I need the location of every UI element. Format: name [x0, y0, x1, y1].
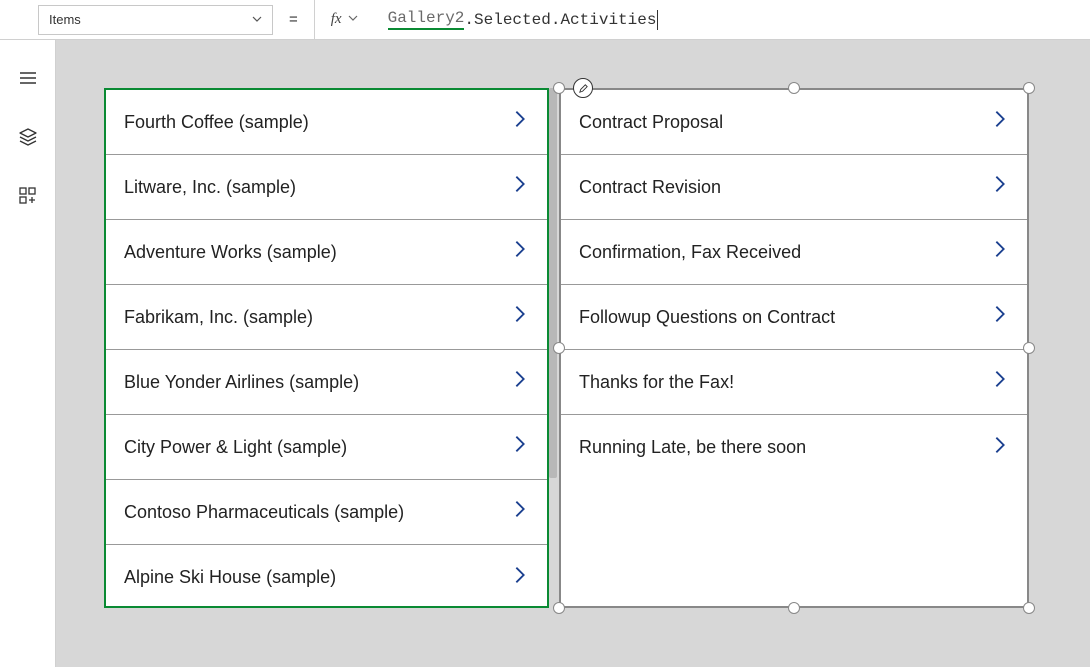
selection-handle[interactable] [553, 342, 565, 354]
gallery-accounts[interactable]: Fourth Coffee (sample) Litware, Inc. (sa… [104, 88, 549, 608]
chevron-right-icon[interactable] [989, 368, 1011, 396]
formula-bar: Items = fx Gallery2.Selected.Activities [0, 0, 1090, 40]
chevron-right-icon[interactable] [989, 108, 1011, 136]
chevron-right-icon[interactable] [509, 173, 531, 201]
formula-token-dot: . [551, 11, 561, 29]
list-item[interactable]: Followup Questions on Contract [561, 285, 1027, 350]
chevron-right-icon[interactable] [509, 433, 531, 461]
chevron-right-icon[interactable] [989, 434, 1011, 462]
list-item-label: Fabrikam, Inc. (sample) [124, 307, 313, 328]
layers-icon[interactable] [18, 127, 38, 152]
chevron-right-icon[interactable] [989, 173, 1011, 201]
left-rail [0, 40, 56, 667]
list-item-label: Contoso Pharmaceuticals (sample) [124, 502, 404, 523]
list-item[interactable]: Blue Yonder Airlines (sample) [106, 350, 547, 415]
list-item[interactable]: Thanks for the Fax! [561, 350, 1027, 415]
chevron-right-icon[interactable] [989, 303, 1011, 331]
list-item-label: Alpine Ski House (sample) [124, 567, 336, 588]
chevron-right-icon[interactable] [509, 368, 531, 396]
chevron-right-icon[interactable] [989, 238, 1011, 266]
list-item-label: Blue Yonder Airlines (sample) [124, 372, 359, 393]
list-item-label: Litware, Inc. (sample) [124, 177, 296, 198]
list-item-label: Contract Proposal [579, 112, 723, 133]
formula-input[interactable]: Gallery2.Selected.Activities [382, 0, 1090, 40]
chevron-down-icon [348, 13, 358, 26]
fx-label: fx [331, 11, 342, 28]
selection-handle[interactable] [788, 602, 800, 614]
chevron-right-icon[interactable] [509, 238, 531, 266]
list-item-label: Confirmation, Fax Received [579, 242, 801, 263]
formula-token-activities: Activities [560, 11, 656, 29]
grid-add-icon[interactable] [18, 186, 38, 211]
list-item-label: Fourth Coffee (sample) [124, 112, 309, 133]
list-item[interactable]: City Power & Light (sample) [106, 415, 547, 480]
fx-button[interactable]: fx [314, 0, 372, 40]
list-item-label: Running Late, be there soon [579, 437, 806, 458]
list-item[interactable]: Confirmation, Fax Received [561, 220, 1027, 285]
chevron-right-icon[interactable] [509, 564, 531, 592]
list-item-label: City Power & Light (sample) [124, 437, 347, 458]
canvas[interactable]: Fourth Coffee (sample) Litware, Inc. (sa… [56, 40, 1090, 667]
selection-handle[interactable] [553, 82, 565, 94]
list-item-label: Adventure Works (sample) [124, 242, 337, 263]
chevron-right-icon[interactable] [509, 498, 531, 526]
property-dropdown-label: Items [49, 12, 81, 27]
selection-handle[interactable] [1023, 602, 1035, 614]
list-item[interactable]: Running Late, be there soon [561, 415, 1027, 480]
selection-handle[interactable] [1023, 82, 1035, 94]
equals-sign: = [283, 11, 304, 28]
list-item[interactable]: Fabrikam, Inc. (sample) [106, 285, 547, 350]
list-item-label: Followup Questions on Contract [579, 307, 835, 328]
list-item[interactable]: Contoso Pharmaceuticals (sample) [106, 480, 547, 545]
list-item[interactable]: Contract Revision [561, 155, 1027, 220]
formula-token-selected: Selected [474, 11, 551, 29]
chevron-down-icon [252, 12, 262, 27]
selection-handle[interactable] [553, 602, 565, 614]
list-item[interactable]: Contract Proposal [561, 90, 1027, 155]
hamburger-icon[interactable] [18, 68, 38, 93]
edit-pencil-badge[interactable] [573, 78, 593, 98]
chevron-right-icon[interactable] [509, 303, 531, 331]
chevron-right-icon[interactable] [509, 108, 531, 136]
formula-token-dot: . [464, 11, 474, 29]
list-item-label: Contract Revision [579, 177, 721, 198]
list-item[interactable]: Fourth Coffee (sample) [106, 90, 547, 155]
list-item-label: Thanks for the Fax! [579, 372, 734, 393]
text-cursor [657, 10, 658, 30]
property-dropdown[interactable]: Items [38, 5, 273, 35]
selection-handle[interactable] [1023, 342, 1035, 354]
gallery-activities[interactable]: Contract Proposal Contract Revision Conf… [559, 88, 1029, 608]
list-item[interactable]: Alpine Ski House (sample) [106, 545, 547, 608]
formula-token-gallery: Gallery2 [388, 9, 465, 30]
selection-handle[interactable] [788, 82, 800, 94]
list-item[interactable]: Litware, Inc. (sample) [106, 155, 547, 220]
list-item[interactable]: Adventure Works (sample) [106, 220, 547, 285]
